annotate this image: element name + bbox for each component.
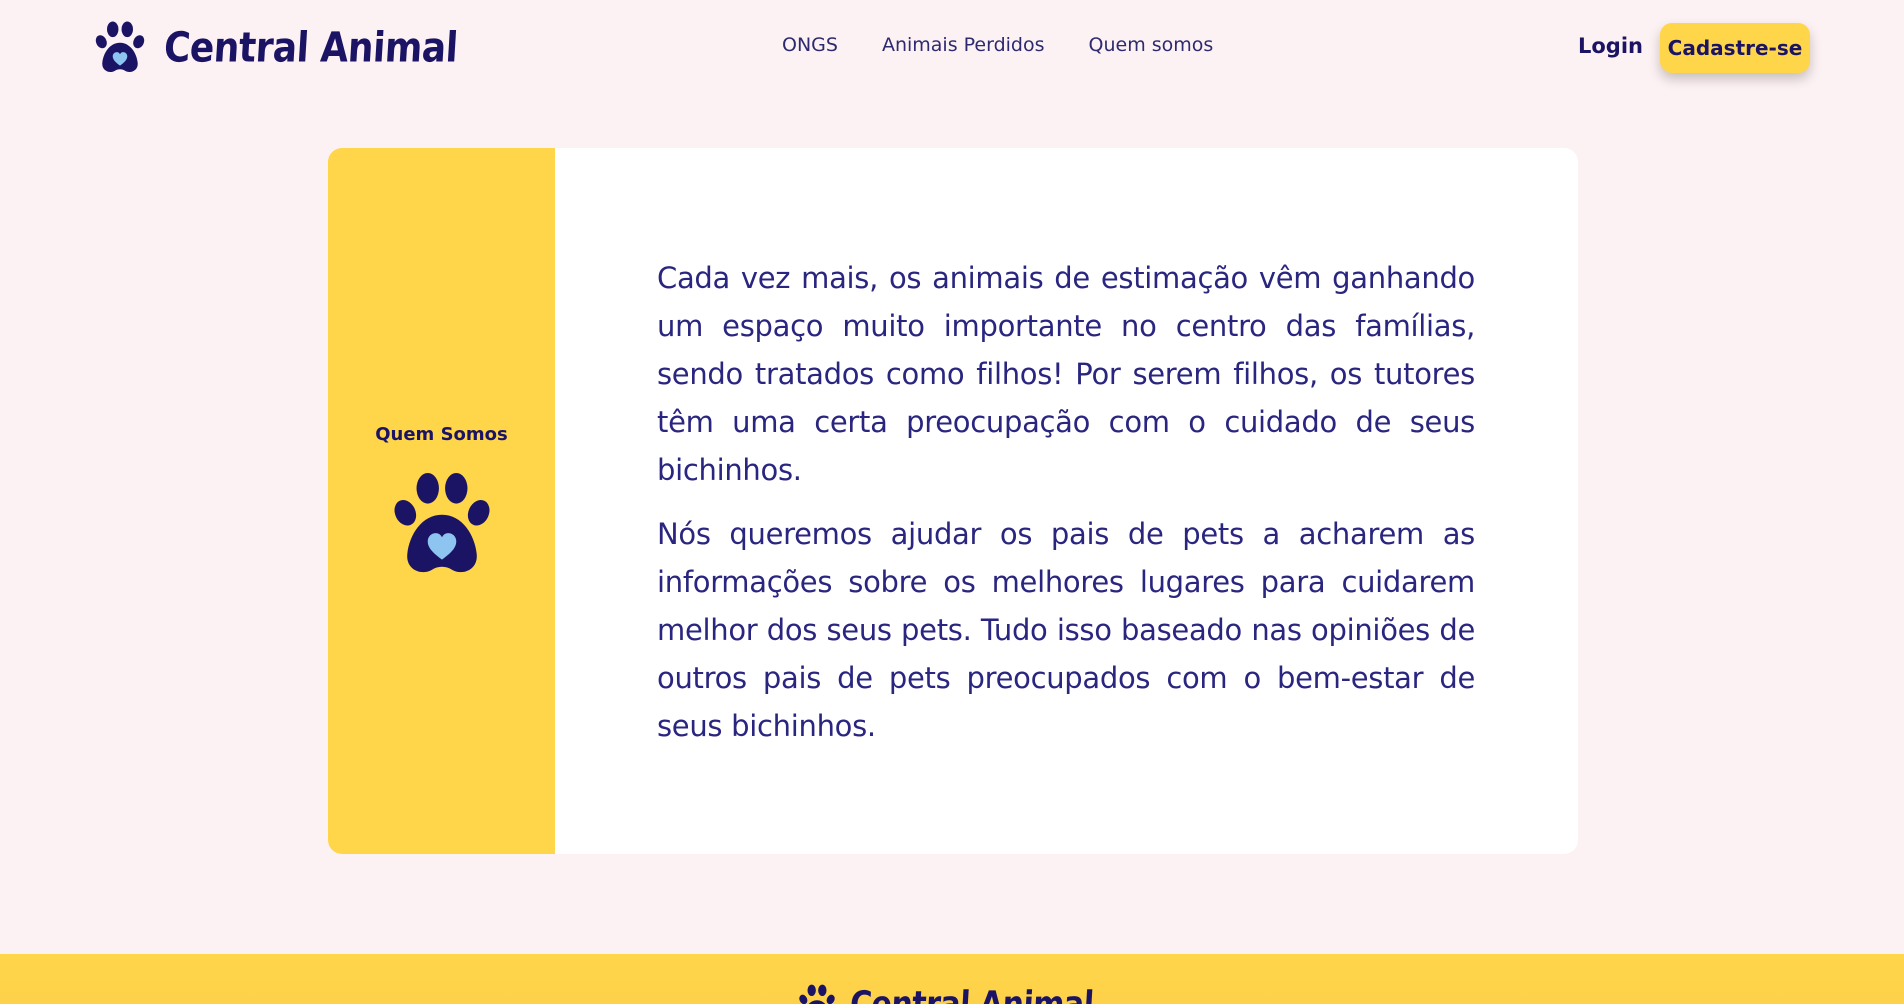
login-link[interactable]: Login bbox=[1578, 34, 1643, 58]
about-card-sidebar: Quem Somos bbox=[328, 148, 555, 854]
paw-heart-icon bbox=[95, 21, 145, 73]
brand-name: Central Animal bbox=[162, 24, 460, 72]
about-section-title: Quem Somos bbox=[375, 424, 508, 445]
footer-brand-name: Central Animal bbox=[848, 983, 1095, 1004]
nav-link-ongs[interactable]: ONGS bbox=[782, 34, 838, 56]
brand-logo-link[interactable]: Central Animal bbox=[94, 20, 460, 76]
about-paragraph: Cada vez mais, os animais de estimação v… bbox=[657, 261, 1475, 487]
nav-link-animais-perdidos[interactable]: Animais Perdidos bbox=[882, 34, 1045, 56]
paw-heart-icon bbox=[799, 984, 835, 1004]
site-footer: Central Animal bbox=[0, 954, 1904, 1004]
signup-button[interactable]: Cadastre-se bbox=[1660, 23, 1810, 73]
site-header: Central Animal ONGS Animais Perdidos Que… bbox=[0, 0, 1904, 96]
nav-link-quem-somos[interactable]: Quem somos bbox=[1089, 34, 1214, 56]
main-nav: ONGS Animais Perdidos Quem somos bbox=[782, 34, 1213, 56]
about-paragraph: Nós queremos ajudar os pais de pets a ac… bbox=[657, 517, 1475, 743]
paw-heart-icon bbox=[394, 473, 490, 573]
about-card: Quem Somos Cada vez mais, os animais de … bbox=[328, 148, 1578, 854]
about-text: Cada vez mais, os animais de estimação v… bbox=[657, 254, 1475, 766]
footer-brand: Central Animal bbox=[798, 983, 1095, 1004]
